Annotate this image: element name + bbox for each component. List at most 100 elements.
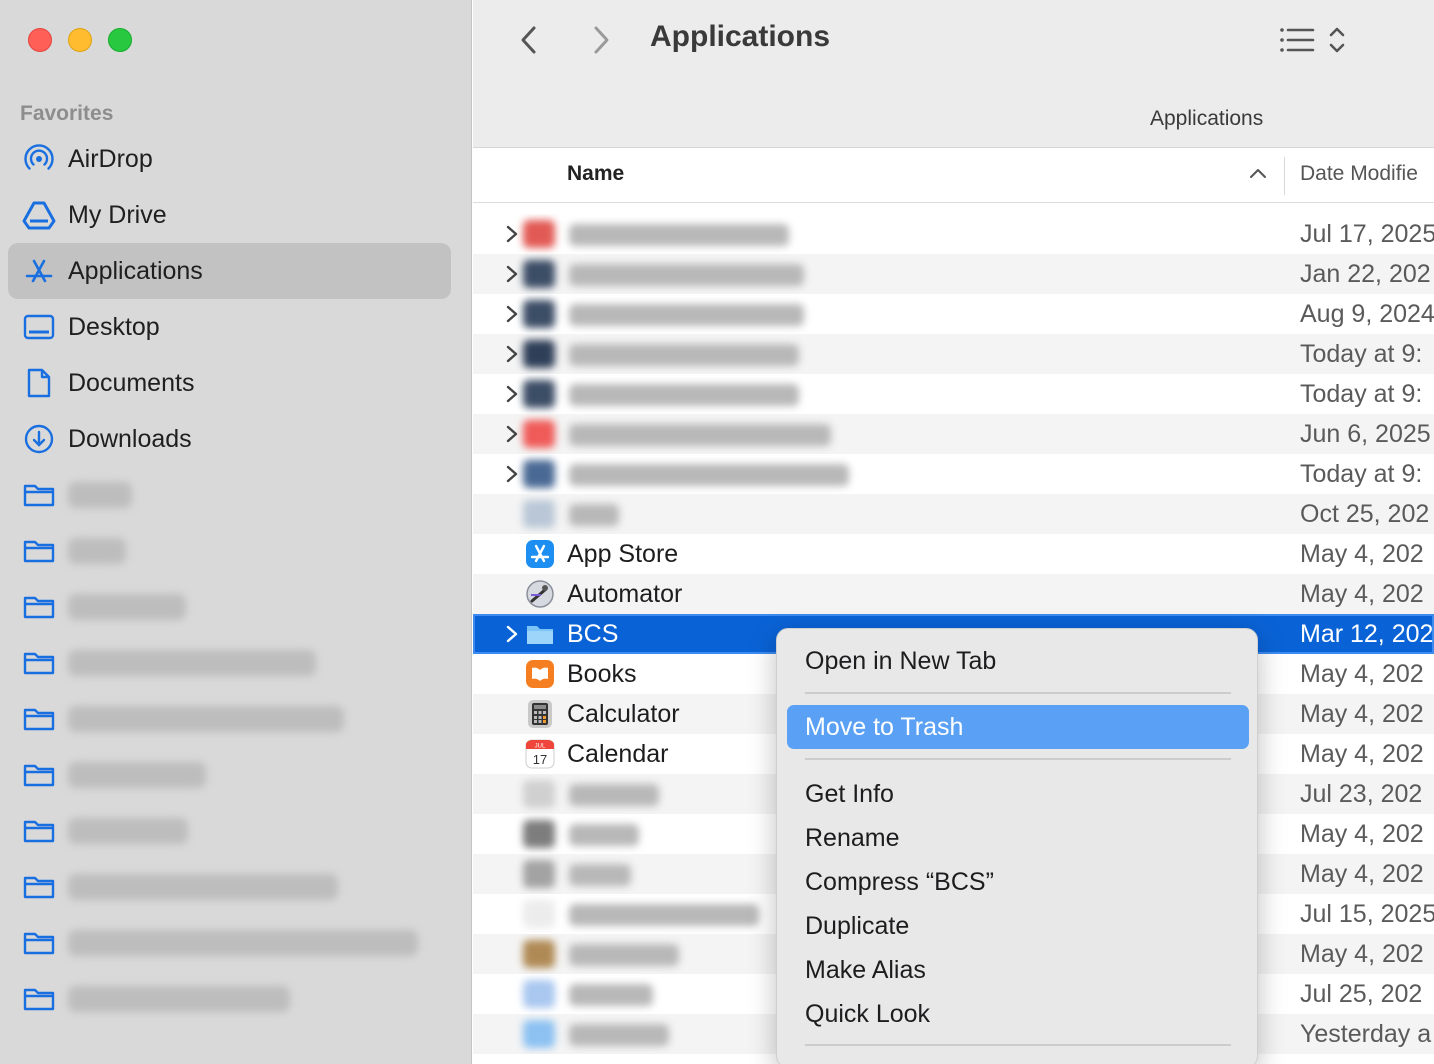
menu-separator	[805, 1044, 1231, 1046]
file-date: Jul 17, 2025	[1300, 220, 1434, 248]
file-date: Oct 25, 202	[1300, 500, 1430, 528]
redacted-name	[569, 864, 631, 886]
window-title: Applications	[650, 20, 831, 53]
redacted-icon	[523, 900, 555, 928]
calendar-day: 17	[533, 752, 547, 767]
zoom-window-button[interactable]	[108, 28, 132, 52]
file-row[interactable]: Today at 9:	[473, 454, 1434, 494]
sidebar-item-label: Desktop	[68, 312, 160, 341]
name-column-header[interactable]: Name	[567, 162, 624, 186]
disclosure-triangle-icon	[506, 465, 518, 483]
file-date: May 4, 202	[1300, 740, 1424, 768]
folder-icon	[22, 982, 56, 1016]
redacted-icon	[523, 1020, 555, 1048]
calendar-month: JUL	[535, 744, 546, 750]
menu-item-compress[interactable]: Compress “BCS”	[787, 860, 1249, 904]
redacted-label	[68, 650, 316, 676]
redacted-icon	[523, 260, 555, 288]
calendar-icon: JUL 17	[525, 739, 555, 769]
file-name: App Store	[567, 540, 679, 568]
redacted-name	[569, 784, 659, 806]
disclosure-triangle-icon	[506, 225, 518, 243]
menu-item-rename[interactable]: Rename	[787, 816, 1249, 860]
applications-icon	[22, 254, 56, 288]
sidebar-item-folder[interactable]	[8, 635, 451, 691]
redacted-name	[569, 984, 653, 1006]
chevron-right-icon	[594, 26, 609, 54]
sidebar-item-downloads[interactable]: Downloads	[8, 411, 451, 467]
sidebar-item-folder[interactable]	[8, 467, 451, 523]
file-date: Jul 23, 202	[1300, 780, 1423, 808]
view-options-button[interactable]	[1279, 22, 1359, 58]
disclosure-triangle-icon	[506, 345, 518, 363]
books-icon	[525, 659, 555, 689]
minimize-window-button[interactable]	[68, 28, 92, 52]
menu-separator	[805, 692, 1231, 694]
redacted-label	[68, 930, 418, 956]
sidebar-item-my-drive[interactable]: My Drive	[8, 187, 451, 243]
disclosure-triangle-icon	[506, 265, 518, 283]
chevron-up-down-icon	[1329, 27, 1345, 53]
back-button[interactable]	[511, 22, 547, 58]
disclosure-triangle-icon	[506, 425, 518, 443]
disclosure-triangle-icon	[506, 625, 518, 643]
file-date: Today at 9:	[1300, 340, 1423, 368]
file-date: May 4, 202	[1300, 700, 1424, 728]
folder-icon	[525, 619, 555, 649]
file-date: Aug 9, 2024	[1300, 300, 1434, 328]
desktop-icon	[22, 310, 56, 344]
redacted-icon	[523, 460, 555, 488]
sidebar-item-folder[interactable]	[8, 971, 451, 1027]
file-date: Jun 6, 2025	[1300, 420, 1431, 448]
redacted-icon	[523, 380, 555, 408]
redacted-label	[68, 538, 126, 564]
sidebar-item-folder[interactable]	[8, 579, 451, 635]
file-date: Today at 9:	[1300, 460, 1423, 488]
redacted-label	[68, 762, 206, 788]
file-date: May 4, 202	[1300, 580, 1424, 608]
menu-item-quick-look[interactable]: Quick Look	[787, 992, 1249, 1036]
forward-button[interactable]	[583, 22, 619, 58]
redacted-icon	[523, 340, 555, 368]
sidebar-item-applications[interactable]: Applications	[8, 243, 451, 299]
sidebar-item-folder[interactable]	[8, 747, 451, 803]
file-row[interactable]: Jun 6, 2025	[473, 414, 1434, 454]
folder-icon	[22, 814, 56, 848]
redacted-icon	[523, 860, 555, 888]
sidebar-item-folder[interactable]	[8, 523, 451, 579]
file-row[interactable]: Aug 9, 2024	[473, 294, 1434, 334]
list-view-icon	[1280, 28, 1315, 52]
file-row[interactable]: Oct 25, 202	[473, 494, 1434, 534]
column-divider[interactable]	[1284, 157, 1285, 195]
sidebar-item-folder[interactable]	[8, 803, 451, 859]
redacted-icon	[523, 220, 555, 248]
menu-item-move-to-trash[interactable]: Move to Trash	[787, 705, 1249, 749]
date-column-header[interactable]: Date Modifie	[1300, 162, 1418, 186]
folder-icon	[22, 646, 56, 680]
sidebar-item-folder[interactable]	[8, 915, 451, 971]
redacted-icon	[523, 980, 555, 1008]
sidebar-item-folder[interactable]	[8, 859, 451, 915]
sidebar-item-folder[interactable]	[8, 691, 451, 747]
redacted-name	[569, 224, 789, 246]
file-row[interactable]: Jan 22, 202	[473, 254, 1434, 294]
redacted-icon	[523, 300, 555, 328]
sidebar-item-desktop[interactable]: Desktop	[8, 299, 451, 355]
sidebar-item-airdrop[interactable]: AirDrop	[8, 131, 451, 187]
toolbar: Applications Applications	[473, 0, 1434, 148]
file-row[interactable]: Jul 17, 2025	[473, 214, 1434, 254]
file-row-automator[interactable]: Automator May 4, 202	[473, 574, 1434, 614]
menu-item-duplicate[interactable]: Duplicate	[787, 904, 1249, 948]
chevron-left-icon	[521, 26, 536, 54]
menu-item-open-in-new-tab[interactable]: Open in New Tab	[787, 639, 1249, 683]
sidebar-item-documents[interactable]: Documents	[8, 355, 451, 411]
menu-item-get-info[interactable]: Get Info	[787, 772, 1249, 816]
file-row[interactable]: Today at 9:	[473, 334, 1434, 374]
close-window-button[interactable]	[28, 28, 52, 52]
menu-item-make-alias[interactable]: Make Alias	[787, 948, 1249, 992]
redacted-label	[68, 482, 132, 508]
file-row-app-store[interactable]: App Store May 4, 202	[473, 534, 1434, 574]
file-row[interactable]: Today at 9:	[473, 374, 1434, 414]
file-date: Today at 9:	[1300, 380, 1423, 408]
sidebar-list: AirDrop My Drive Applications Desktop Do…	[8, 131, 451, 1027]
